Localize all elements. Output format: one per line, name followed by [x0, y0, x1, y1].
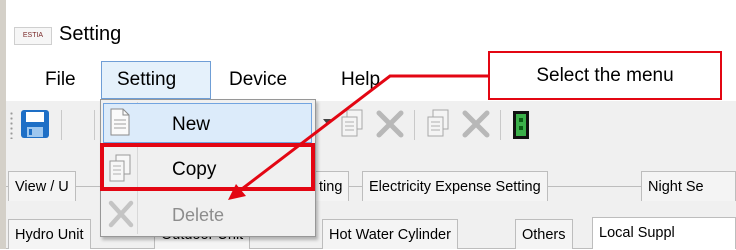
settings-window: ESTIA Setting File Setting Device Help V…: [0, 0, 736, 249]
callout-arrow: [228, 74, 488, 200]
